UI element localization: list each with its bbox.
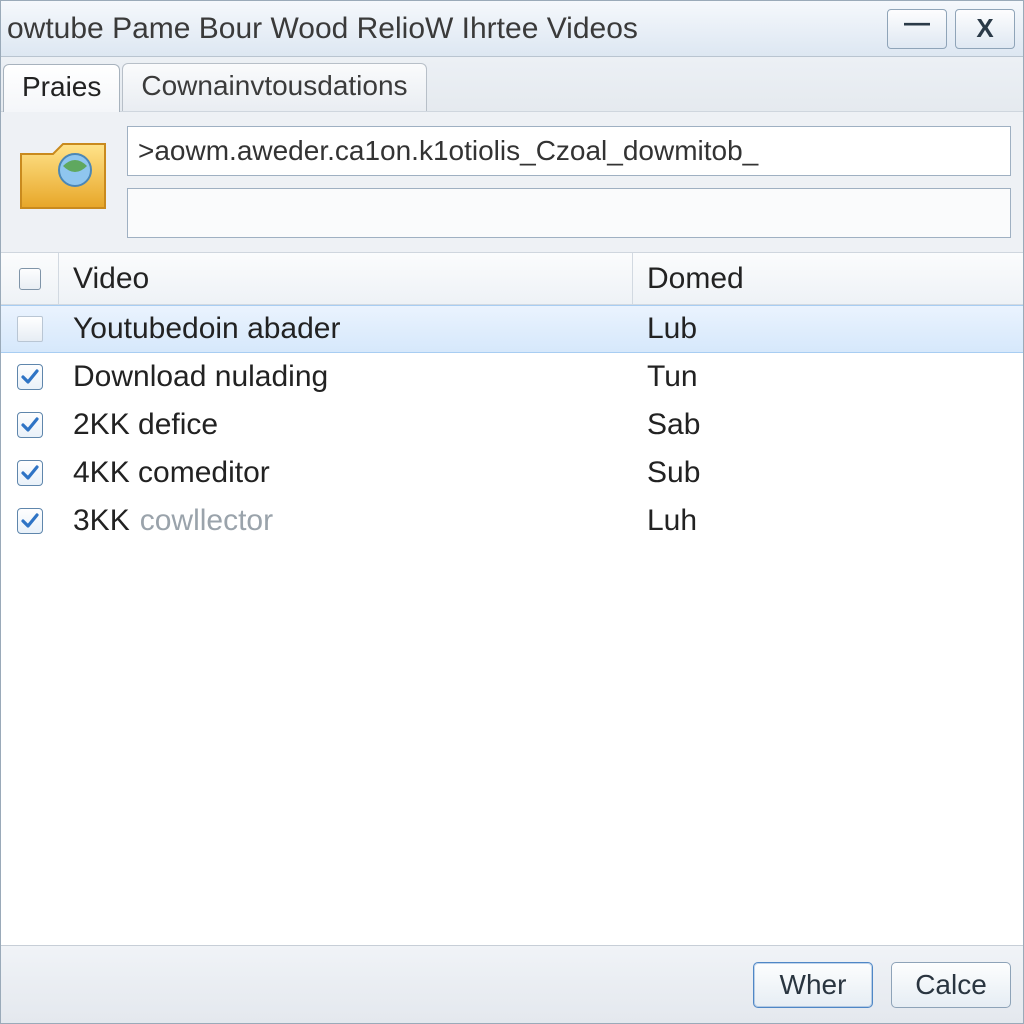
check-icon (20, 463, 40, 483)
check-icon (20, 415, 40, 435)
check-icon (20, 367, 40, 387)
cell-video: Youtubedoin abader (59, 312, 633, 346)
cell-domed: Sab (633, 408, 1023, 442)
footer: Wher Calce (1, 945, 1023, 1023)
select-all-checkbox[interactable] (19, 268, 41, 290)
table-row[interactable]: Youtubedoin abader Lub (1, 305, 1023, 353)
table-row[interactable]: Download nulading Tun (1, 353, 1023, 401)
row-checkbox[interactable] (17, 412, 43, 438)
close-button[interactable]: X (955, 9, 1015, 49)
wher-button[interactable]: Wher (753, 962, 873, 1008)
table-row[interactable]: 2KK defice Sab (1, 401, 1023, 449)
table-row[interactable]: 4KK comeditor Sub (1, 449, 1023, 497)
titlebar: owtube Pame Bour Wood RelioW Ihrtee Vide… (1, 1, 1023, 57)
folder-icon (13, 126, 113, 226)
close-icon: X (976, 13, 993, 44)
minimize-icon: — (904, 7, 930, 38)
cell-domed: Sub (633, 456, 1023, 490)
window-title: owtube Pame Bour Wood RelioW Ihrtee Vide… (7, 12, 887, 46)
row-checkbox[interactable] (17, 460, 43, 486)
check-icon (20, 511, 40, 531)
url-input[interactable] (127, 126, 1011, 176)
url-panel (1, 111, 1023, 253)
row-checkbox[interactable] (17, 364, 43, 390)
app-window: owtube Pame Bour Wood RelioW Ihrtee Vide… (0, 0, 1024, 1024)
tab-praies[interactable]: Praies (3, 64, 120, 112)
cell-domed: Luh (633, 504, 1023, 538)
video-table: Video Domed Youtubedoin abader Lub Downl… (1, 253, 1023, 945)
cell-video: 4KK comeditor (59, 456, 633, 490)
column-video[interactable]: Video (59, 253, 633, 304)
cell-video: 3KK cowllector (59, 504, 633, 538)
url-input-secondary[interactable] (127, 188, 1011, 238)
header-checkbox-cell[interactable] (1, 253, 59, 304)
url-column (127, 126, 1011, 238)
tab-strip: Praies Cownainvtousdations (1, 57, 1023, 111)
row-checkbox[interactable] (17, 508, 43, 534)
cell-domed: Lub (633, 312, 1023, 346)
cell-video: Download nulading (59, 360, 633, 394)
tab-cownainvtousdations[interactable]: Cownainvtousdations (122, 63, 426, 111)
cell-domed: Tun (633, 360, 1023, 394)
minimize-button[interactable]: — (887, 9, 947, 49)
page-icon (17, 316, 43, 342)
cell-video: 2KK defice (59, 408, 633, 442)
calce-button[interactable]: Calce (891, 962, 1011, 1008)
cell-video-muted: cowllector (140, 504, 273, 538)
column-domed[interactable]: Domed (633, 253, 1023, 304)
table-header: Video Domed (1, 253, 1023, 305)
table-row[interactable]: 3KK cowllector Luh (1, 497, 1023, 545)
